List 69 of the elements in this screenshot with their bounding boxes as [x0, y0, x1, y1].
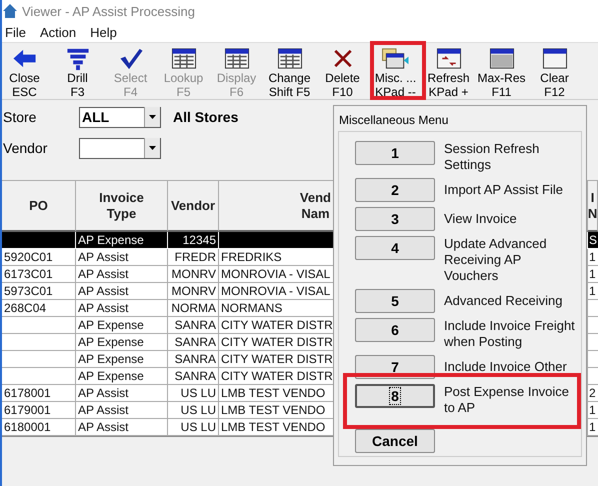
table-cell: NORMA	[168, 300, 219, 317]
toolbar-button[interactable]: Clear F12	[528, 43, 581, 99]
table-cell: US LU	[168, 385, 219, 402]
menu-option-button[interactable]: 1	[355, 141, 435, 165]
menu-item[interactable]: File	[5, 24, 26, 40]
toolbar-button[interactable]: Misc. ... KPad --	[369, 43, 422, 99]
window-title: Viewer - AP Assist Processing	[22, 4, 195, 18]
toolbar-button[interactable]: Refresh KPad +	[422, 43, 475, 99]
menu-option-button[interactable]: 5	[355, 289, 435, 313]
folder-window-icon	[380, 46, 412, 71]
table-cell: SANRA	[168, 317, 219, 334]
table-cell: MONRV	[168, 266, 219, 283]
store-dropdown[interactable]: ALL	[79, 106, 161, 128]
toolbar-button[interactable]: Change Shift F5	[263, 43, 316, 99]
option-label: Import AP Assist File	[444, 181, 563, 199]
table-cell: AP Assist	[76, 283, 168, 300]
table-cell: 5973C01	[2, 283, 76, 300]
option-label: View Invoice	[444, 210, 517, 228]
table-cell: 2	[588, 385, 598, 402]
menu-item[interactable]: Action	[40, 24, 76, 40]
menu-option-button[interactable]: 2	[355, 178, 435, 202]
toolbar-button[interactable]: Close ESC	[2, 43, 51, 99]
table-cell: AP Expense	[76, 368, 168, 385]
table-cell: SANRA	[168, 368, 219, 385]
menu-option-button[interactable]: 4	[355, 236, 435, 260]
column-header[interactable]: I N	[588, 180, 598, 232]
cancel-button[interactable]: Cancel	[355, 429, 435, 453]
table-cell: S	[588, 232, 598, 249]
column-header[interactable]: PO	[2, 180, 76, 232]
table-cell: 6173C01	[2, 266, 76, 283]
table-cell: AP Expense	[76, 317, 168, 334]
menu-option-button[interactable]: 3	[355, 207, 435, 231]
table-cell: AP Expense	[76, 232, 168, 249]
store-description: All Stores	[173, 109, 238, 125]
menu-option-button[interactable]: 6	[355, 318, 435, 342]
toolbar-button[interactable]: Drill F3	[51, 43, 104, 99]
table-cell: AP Assist	[76, 266, 168, 283]
column-header[interactable]: Vendor	[168, 180, 219, 232]
table-cell: 1	[588, 249, 598, 266]
table-cell: 1	[588, 266, 598, 283]
table-cell: 1	[588, 283, 598, 300]
table-cell: 6178001	[2, 385, 76, 402]
field-label: Vendor	[3, 140, 48, 156]
table-cell: US LU	[168, 402, 219, 419]
dialog-title: Miscellaneous Menu	[338, 112, 450, 129]
table-cell: AP Assist	[76, 385, 168, 402]
table-cell: 12345	[168, 232, 219, 249]
table-cell: SANRA	[168, 351, 219, 368]
vendor-dropdown[interactable]	[79, 138, 161, 158]
option-label: Session Refresh Settings	[444, 141, 540, 173]
table-cell: MONRV	[168, 283, 219, 300]
table-cell: AP Assist	[76, 402, 168, 419]
toolbar-button[interactable]: Max-Res F11	[475, 43, 528, 99]
column-header[interactable]: Invoice Type	[76, 180, 168, 232]
table-cell: AP Expense	[76, 351, 168, 368]
field-label: Store	[3, 109, 38, 125]
house-icon	[2, 3, 18, 19]
table-cell: 268C04	[2, 300, 76, 317]
table-cell: FREDR	[168, 249, 219, 266]
table-cell: 5920C01	[2, 249, 76, 266]
toolbar-button[interactable]: Delete F10	[316, 43, 369, 99]
table-cell: SANRA	[168, 334, 219, 351]
table-cell: AP Assist	[76, 300, 168, 317]
table-cell: AP Assist	[76, 249, 168, 266]
menu-item[interactable]: Help	[90, 24, 117, 40]
menu-option-button[interactable]: 8	[355, 384, 435, 408]
table-cell: 1	[588, 402, 598, 419]
table-cell: AP Expense	[76, 334, 168, 351]
table-cell: 6179001	[2, 402, 76, 419]
